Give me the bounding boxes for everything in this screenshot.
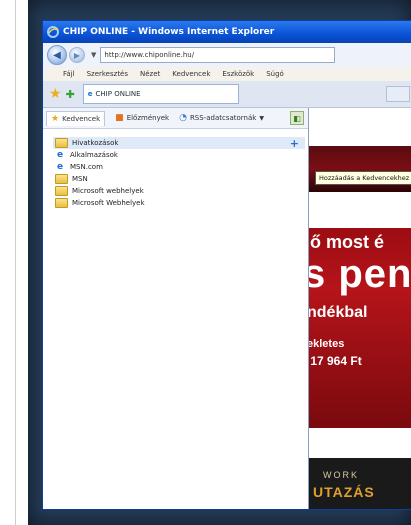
history-dropdown-icon[interactable]: ▼ (91, 51, 96, 59)
list-item-label: MSN.com (70, 163, 103, 171)
tab-history2-label: RSS-adatcsatornák (189, 114, 257, 122)
title-bar: CHIP ONLINE - Windows Internet Explorer (43, 21, 411, 43)
ad-text: ekletes (309, 338, 345, 350)
ad-text: ndékbal (309, 304, 368, 321)
folder-icon (55, 198, 68, 208)
folder-icon (55, 138, 68, 148)
ad-price: : 17 964 Ft (309, 354, 362, 368)
top-banner (309, 146, 411, 192)
ad-text: UTAZÁS (313, 484, 375, 500)
tab-history2[interactable]: ◔ RSS-adatcsatornák ▼ (179, 113, 264, 123)
ad-text: WORK (323, 470, 359, 480)
list-item-label: MSN (72, 175, 88, 183)
star-icon: ★ (51, 113, 60, 124)
ad-headline: s pen (309, 252, 411, 296)
list-item-label: Microsoft webhelyek (72, 187, 144, 195)
address-bar: ◀ ▶ ▼ http://www.chiponline.hu/ (43, 43, 411, 67)
tab-label: CHIP ONLINE (95, 90, 141, 98)
menu-favorites[interactable]: Kedvencek (172, 70, 210, 78)
folder-icon (55, 186, 68, 196)
favorites-star-icon[interactable]: ★ (49, 86, 62, 102)
window-title: CHIP ONLINE - Windows Internet Explorer (63, 27, 275, 37)
favorites-center: ★ Kedvencek ■ Előzmények ◔ RSS-adatcsato… (43, 108, 309, 509)
list-item[interactable]: e MSN.com (55, 161, 308, 173)
ie-logo-icon (47, 26, 59, 38)
ie-page-icon: e (56, 150, 64, 160)
menu-bar: Fájl Szerkesztés Nézet Kedvencek Eszközö… (43, 67, 411, 81)
favorites-list: Hivatkozások + e Alkalmazások e MSN.com … (43, 129, 308, 209)
menu-help[interactable]: Súgó (266, 70, 284, 78)
web-page-content: lő most é s pen ndékbal ekletes : 17 964… (309, 108, 411, 509)
forward-button[interactable]: ▶ (69, 47, 85, 63)
ad-text: lő most é (309, 232, 385, 252)
list-item[interactable]: MSN (55, 173, 308, 185)
new-tab-button[interactable] (386, 86, 410, 102)
ie-page-icon: e (56, 162, 64, 172)
page-icon: e (87, 90, 93, 98)
folder-icon (55, 174, 68, 184)
list-item-label: Microsoft Webhelyek (72, 199, 145, 207)
list-item[interactable]: Microsoft Webhelyek (55, 197, 308, 209)
pin-favorites-center-button[interactable]: ◧ (290, 111, 304, 125)
browser-window: CHIP ONLINE - Windows Internet Explorer … (42, 20, 411, 510)
back-button[interactable]: ◀ (47, 45, 67, 65)
list-item-label: Hivatkozások (72, 139, 119, 147)
tab-history[interactable]: ■ Előzmények (115, 113, 169, 123)
chevron-down-icon[interactable]: ▼ (259, 115, 264, 122)
menu-file[interactable]: Fájl (63, 70, 75, 78)
tab-favorites[interactable]: ★ Kedvencek (46, 110, 106, 126)
feed-icon: ■ (115, 113, 124, 123)
tooltip-text: Hozzáadás a Kedvencekhez (319, 174, 410, 182)
tab-favorites-label: Kedvencek (62, 114, 101, 123)
address-url: http://www.chiponline.hu/ (104, 51, 195, 59)
tab-history-label: Előzmények (126, 114, 170, 122)
list-item[interactable]: e Alkalmazások (55, 149, 308, 161)
address-input[interactable]: http://www.chiponline.hu/ (100, 47, 336, 63)
tab-bar: ★ ✚ e CHIP ONLINE (43, 81, 411, 108)
tab-chip-online[interactable]: e CHIP ONLINE (82, 84, 239, 104)
add-to-favorites-icon[interactable]: + (290, 137, 299, 150)
list-item[interactable]: Hivatkozások + (53, 137, 305, 150)
page-left-margin (0, 0, 16, 525)
menu-edit[interactable]: Szerkesztés (87, 70, 128, 78)
add-favorites-icon[interactable]: ✚ (66, 88, 75, 101)
menu-view[interactable]: Nézet (140, 70, 160, 78)
tooltip: Hozzáadás a Kedvencekhez (315, 171, 411, 185)
advertisement-banner[interactable]: lő most é s pen ndékbal ekletes : 17 964… (309, 228, 411, 428)
history-icon: ◔ (179, 113, 187, 123)
list-item[interactable]: Microsoft webhelyek (55, 185, 308, 197)
photo-frame: CHIP ONLINE - Windows Internet Explorer … (28, 0, 411, 525)
bottom-banner[interactable]: WORK UTAZÁS (309, 458, 411, 509)
menu-tools[interactable]: Eszközök (222, 70, 254, 78)
list-item-label: Alkalmazások (70, 151, 118, 159)
favorites-center-tabs: ★ Kedvencek ■ Előzmények ◔ RSS-adatcsato… (43, 108, 308, 129)
